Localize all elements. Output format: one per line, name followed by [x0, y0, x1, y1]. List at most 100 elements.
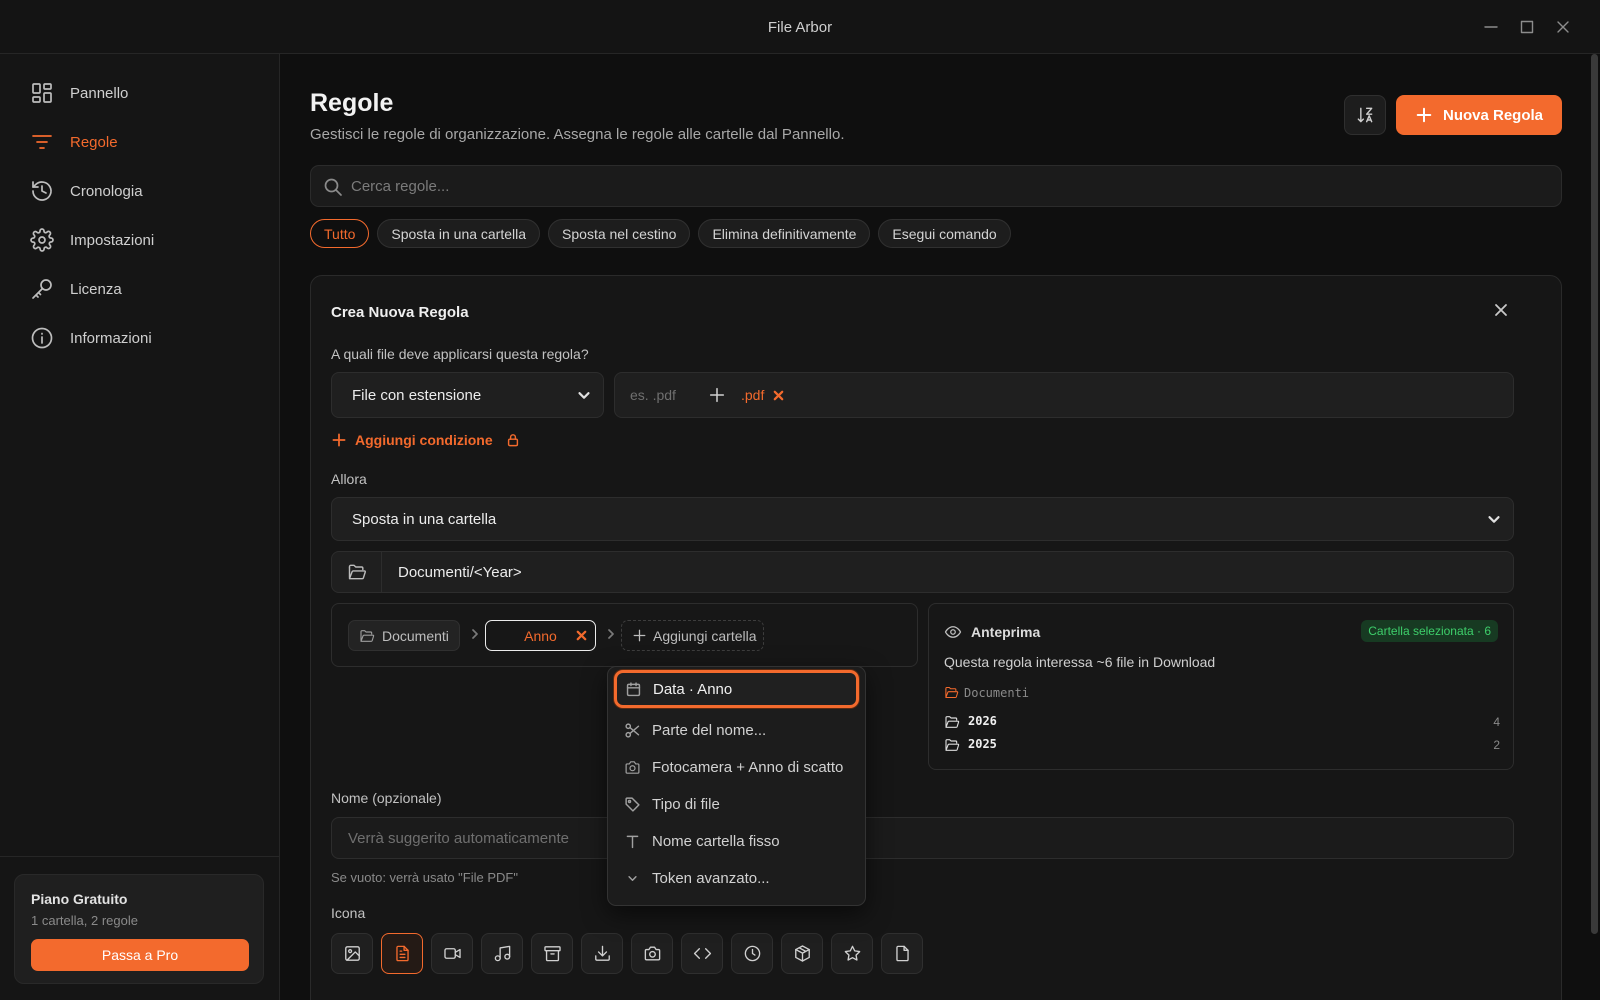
- menu-item-tipo-file[interactable]: Tipo di file: [614, 785, 859, 823]
- segment-token[interactable]: Anno: [485, 620, 596, 651]
- path-field[interactable]: Documenti/<Year>: [331, 551, 1514, 593]
- icon-option-image[interactable]: [331, 933, 373, 974]
- menu-item-token-avanzato[interactable]: Token avanzato...: [614, 859, 859, 897]
- sidebar-item-regole[interactable]: Regole: [30, 127, 118, 157]
- condition-type-select[interactable]: File con estensione: [331, 372, 604, 418]
- add-condition-button[interactable]: Aggiungi condizione: [331, 432, 521, 448]
- filter-chip-esegui-comando[interactable]: Esegui comando: [878, 219, 1011, 248]
- icon-option-video[interactable]: [431, 933, 473, 974]
- plus-icon: [633, 629, 646, 642]
- preview-root: Documenti: [944, 685, 1029, 700]
- chevron-down-icon: [628, 875, 637, 881]
- sidebar-item-label: Pannello: [70, 84, 129, 102]
- sidebar-item-label: Regole: [70, 133, 118, 151]
- menu-item-data-anno[interactable]: Data · Anno: [614, 670, 859, 708]
- list-item-name: 2026: [968, 714, 997, 728]
- then-label: Allora: [331, 471, 367, 487]
- search-input[interactable]: [351, 166, 1551, 206]
- text-icon: [626, 835, 639, 848]
- icon-option-clock[interactable]: [731, 933, 773, 974]
- close-window-icon[interactable]: [1553, 17, 1573, 37]
- icon-picker: [331, 933, 923, 974]
- filter-chip-sposta-cartella[interactable]: Sposta in una cartella: [377, 219, 541, 248]
- list-item-count: 4: [1493, 715, 1500, 729]
- sidebar-item-label: Impostazioni: [70, 231, 155, 249]
- icon-option-archive[interactable]: [531, 933, 573, 974]
- status-badge: Cartella selezionata · 6: [1361, 620, 1498, 642]
- preview-title: Anteprima: [971, 624, 1041, 640]
- menu-item-nome-fisso[interactable]: Nome cartella fisso: [614, 822, 859, 860]
- add-condition-label: Aggiungi condizione: [355, 432, 493, 448]
- menu-item-label: Parte del nome...: [652, 721, 767, 739]
- history-icon: [32, 181, 52, 201]
- archive-icon: [543, 946, 561, 962]
- create-rule-panel: Crea Nuova Regola A quali file deve appl…: [310, 275, 1562, 1000]
- new-rule-button[interactable]: Nuova Regola: [1396, 95, 1562, 135]
- menu-item-label: Nome cartella fisso: [652, 832, 780, 850]
- path-builder: Documenti Anno Aggiungi cartella: [331, 603, 918, 667]
- list-item: 2026 4: [944, 713, 1500, 731]
- panel-title: Crea Nuova Regola: [331, 304, 469, 321]
- sidebar-item-informazioni[interactable]: Informazioni: [30, 323, 152, 353]
- scissors-icon: [625, 722, 640, 738]
- remove-tag-icon[interactable]: [772, 389, 785, 402]
- icon-option-file[interactable]: [881, 933, 923, 974]
- add-folder-button[interactable]: Aggiungi cartella: [621, 620, 764, 651]
- icon-option-code[interactable]: [681, 933, 723, 974]
- filter-chip-elimina[interactable]: Elimina definitivamente: [698, 219, 871, 248]
- upgrade-button[interactable]: Passa a Pro: [31, 939, 249, 971]
- remove-segment-icon[interactable]: [575, 629, 588, 642]
- name-field: [331, 817, 1514, 859]
- sort-icon: [1357, 107, 1373, 123]
- filter-chip-sposta-cestino[interactable]: Sposta nel cestino: [548, 219, 691, 248]
- filter-chip-tutto[interactable]: Tutto: [310, 219, 370, 248]
- close-icon[interactable]: [1491, 300, 1511, 320]
- lock-icon: [507, 434, 518, 447]
- segment-token-label: Anno: [524, 627, 557, 644]
- maximize-icon[interactable]: [1517, 17, 1537, 37]
- menu-item-label: Data · Anno: [653, 680, 733, 698]
- filter-chips: Tutto Sposta in una cartella Sposta nel …: [310, 219, 1011, 248]
- preview-panel: Anteprima Cartella selezionata · 6 Quest…: [928, 603, 1514, 770]
- sidebar-item-cronologia[interactable]: Cronologia: [30, 176, 143, 206]
- name-input[interactable]: [348, 818, 1498, 858]
- folder-open-icon: [945, 686, 959, 699]
- action-select[interactable]: Sposta in una cartella: [331, 497, 1514, 541]
- document-icon: [395, 945, 409, 962]
- chevron-right-icon: [608, 629, 614, 639]
- sidebar-item-licenza[interactable]: Licenza: [30, 274, 122, 304]
- chevron-right-icon: [472, 629, 478, 639]
- sort-button[interactable]: [1344, 95, 1386, 135]
- token-menu: Data · Anno Parte del nome... Fotocamera…: [607, 666, 866, 906]
- icon-label: Icona: [331, 905, 366, 921]
- minimize-icon[interactable]: [1481, 17, 1501, 37]
- music-icon: [494, 945, 510, 962]
- page-title: Regole: [310, 89, 394, 117]
- path-value: Documenti/<Year>: [398, 564, 522, 581]
- list-item-count: 2: [1493, 738, 1500, 752]
- scrollbar[interactable]: [1591, 54, 1598, 934]
- icon-option-star[interactable]: [831, 933, 873, 974]
- download-icon: [594, 945, 610, 961]
- menu-item-label: Fotocamera + Anno di scatto: [652, 758, 844, 776]
- sidebar-item-impostazioni[interactable]: Impostazioni: [30, 225, 154, 255]
- name-hint: Se vuoto: verrà usato "File PDF": [331, 870, 518, 885]
- icon-option-document[interactable]: [381, 933, 423, 974]
- icon-option-music[interactable]: [481, 933, 523, 974]
- plus-icon[interactable]: [708, 386, 726, 404]
- segment-root[interactable]: Documenti: [348, 620, 460, 651]
- icon-option-package[interactable]: [781, 933, 823, 974]
- info-icon: [31, 327, 53, 349]
- menu-item-parte-nome[interactable]: Parte del nome...: [614, 711, 859, 749]
- menu-item-fotocamera[interactable]: Fotocamera + Anno di scatto: [614, 748, 859, 786]
- folder-open-icon: [945, 739, 960, 751]
- list-item-name: 2025: [968, 737, 997, 751]
- icon-option-camera[interactable]: [631, 933, 673, 974]
- sidebar-item-pannello[interactable]: Pannello: [30, 78, 128, 108]
- extension-tag-label: .pdf: [741, 387, 765, 403]
- window-title: File Arbor: [767, 19, 833, 36]
- icon-option-download[interactable]: [581, 933, 623, 974]
- dashboard-icon: [32, 83, 52, 103]
- chevron-down-icon: [1488, 516, 1500, 523]
- extension-field[interactable]: es. .pdf .pdf: [614, 372, 1514, 418]
